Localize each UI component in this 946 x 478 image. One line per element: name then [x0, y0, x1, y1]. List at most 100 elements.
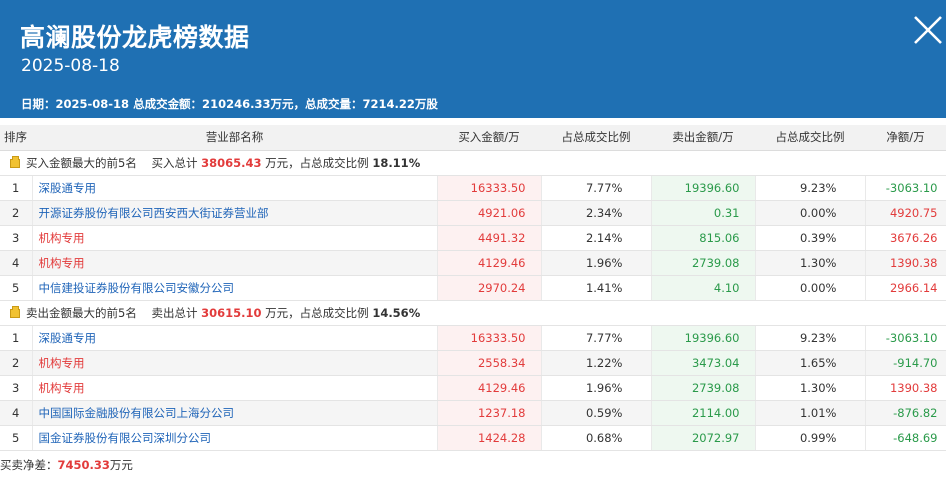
col-rank: 排序: [0, 125, 32, 151]
net-diff-value: 7450.33: [57, 458, 110, 472]
col-buy: 买入金额/万: [437, 125, 541, 151]
sell-amount-cell: 3473.04: [651, 350, 756, 376]
net-amount-cell: -648.69: [865, 425, 946, 451]
col-buy-pct: 占总成交比例: [541, 125, 651, 151]
branch-name-link[interactable]: 中信建投证券股份有限公司安徽分公司: [32, 275, 438, 301]
table-row: 3 机构专用 4129.46 1.96% 2739.08 1.30% 1390.38: [0, 375, 946, 401]
buy-pct-cell: 2.34%: [541, 200, 652, 226]
sell-pct-cell: 9.23%: [755, 325, 866, 351]
sell-amount-cell: 19396.60: [651, 325, 756, 351]
sell-amount-cell: 2739.08: [651, 375, 756, 401]
buy-amount-cell: 4921.06: [437, 200, 542, 226]
buy-amount-cell: 16333.50: [437, 325, 542, 351]
rank-cell: 5: [0, 275, 33, 301]
rank-cell: 4: [0, 250, 33, 276]
sell-group-header: 卖出金额最大的前5名 卖出总计 30615.10 万元，占总成交比例 14.56…: [0, 300, 946, 326]
folder-icon: [10, 155, 20, 168]
branch-name-link[interactable]: 机构专用: [32, 350, 438, 376]
table-row: 4 机构专用 4129.46 1.96% 2739.08 1.30% 1390.38: [0, 250, 946, 276]
sell-pct-cell: 1.01%: [755, 400, 866, 426]
folder-icon: [10, 305, 20, 318]
buy-amount-cell: 1424.28: [437, 425, 542, 451]
rank-cell: 3: [0, 375, 33, 401]
net-difference: 买卖净差：7450.33万元: [0, 457, 133, 473]
sell-amount-cell: 2739.08: [651, 250, 756, 276]
buy-pct-cell: 1.96%: [541, 250, 652, 276]
sell-pct-cell: 0.39%: [755, 225, 866, 251]
buy-total-mid: 万元，占总成交比例: [261, 155, 373, 170]
net-amount-cell: 1390.38: [865, 250, 946, 276]
branch-name-link[interactable]: 机构专用: [32, 375, 438, 401]
buy-pct-cell: 7.77%: [541, 175, 652, 201]
buy-amount-cell: 16333.50: [437, 175, 542, 201]
table-row: 3 机构专用 4491.32 2.14% 815.06 0.39% 3676.26: [0, 225, 946, 251]
table-row: 5 国金证券股份有限公司深圳分公司 1424.28 0.68% 2072.97 0.99%…: [0, 425, 946, 451]
buy-amount-cell: 2970.24: [437, 275, 542, 301]
table-row: 1 深股通专用 16333.50 7.77% 19396.60 9.23% -3063.10: [0, 175, 946, 201]
sell-group-cell: 卖出金额最大的前5名 卖出总计 30615.10 万元，占总成交比例 14.56…: [0, 300, 946, 326]
col-name: 营业部名称: [32, 125, 437, 151]
sell-group-label: 卖出金额最大的前5名: [26, 305, 152, 320]
sell-amount-cell: 815.06: [651, 225, 756, 251]
buy-amount-cell: 4491.32: [437, 225, 542, 251]
sell-pct-cell: 0.00%: [755, 275, 866, 301]
sell-amount-cell: 4.10: [651, 275, 756, 301]
branch-name-link[interactable]: 中国国际金融股份有限公司上海分公司: [32, 400, 438, 426]
buy-pct-cell: 1.41%: [541, 275, 652, 301]
branch-name-link[interactable]: 机构专用: [32, 250, 438, 276]
table-row: 1 深股通专用 16333.50 7.77% 19396.60 9.23% -3063.10: [0, 325, 946, 351]
sell-total-mid: 万元，占总成交比例: [261, 305, 373, 320]
net-amount-cell: 1390.38: [865, 375, 946, 401]
table-header: 排序 营业部名称 买入金额/万 占总成交比例 卖出金额/万 占总成交比例 净额/…: [0, 125, 946, 151]
sell-total-prefix: 卖出总计: [151, 305, 202, 320]
col-sell: 卖出金额/万: [651, 125, 755, 151]
buy-amount-cell: 4129.46: [437, 250, 542, 276]
table-row: 5 中信建投证券股份有限公司安徽分公司 2970.24 1.41% 4.10 0.00% 2…: [0, 275, 946, 301]
rank-cell: 5: [0, 425, 33, 451]
page-date: 2025-08-18: [21, 56, 120, 76]
sell-pct-cell: 0.00%: [755, 200, 866, 226]
branch-name-link[interactable]: 开源证券股份有限公司西安西大街证券营业部: [32, 200, 438, 226]
sell-pct-cell: 9.23%: [755, 175, 866, 201]
net-amount-cell: -876.82: [865, 400, 946, 426]
sell-amount-cell: 2072.97: [651, 425, 756, 451]
buy-group-header: 买入金额最大的前5名 买入总计 38065.43 万元，占总成交比例 18.11…: [0, 150, 946, 176]
buy-pct-cell: 7.77%: [541, 325, 652, 351]
net-amount-cell: 4920.75: [865, 200, 946, 226]
branch-name-link[interactable]: 机构专用: [32, 225, 438, 251]
buy-group-label: 买入金额最大的前5名: [26, 155, 152, 170]
table-row: 2 机构专用 2558.34 1.22% 3473.04 1.65% -914.70: [0, 350, 946, 376]
net-amount-cell: -914.70: [865, 350, 946, 376]
net-diff-label: 买卖净差：: [0, 458, 58, 472]
sell-amount-cell: 19396.60: [651, 175, 756, 201]
branch-name-link[interactable]: 国金证券股份有限公司深圳分公司: [32, 425, 438, 451]
branch-name-link[interactable]: 深股通专用: [32, 175, 438, 201]
col-sell-pct: 占总成交比例: [755, 125, 865, 151]
net-amount-cell: 3676.26: [865, 225, 946, 251]
close-icon[interactable]: [912, 14, 944, 46]
table-row: 4 中国国际金融股份有限公司上海分公司 1237.18 0.59% 2114.00 1.0…: [0, 400, 946, 426]
lhb-table: 排序 营业部名称 买入金额/万 占总成交比例 卖出金额/万 占总成交比例 净额/…: [0, 125, 946, 451]
buy-amount-cell: 2558.34: [437, 350, 542, 376]
sell-total-pct: 14.56%: [372, 305, 421, 320]
buy-pct-cell: 0.68%: [541, 425, 652, 451]
header: 高澜股份龙虎榜数据 2025-08-18 日期：2025-08-18 总成交金额…: [0, 0, 946, 118]
sell-pct-cell: 1.65%: [755, 350, 866, 376]
trade-summary: 日期：2025-08-18 总成交金额：210246.33万元，总成交量：721…: [21, 97, 438, 111]
table-row: 2 开源证券股份有限公司西安西大街证券营业部 4921.06 2.34% 0.31 0.0…: [0, 200, 946, 226]
buy-total-prefix: 买入总计: [151, 155, 202, 170]
sell-pct-cell: 1.30%: [755, 375, 866, 401]
net-amount-cell: 2966.14: [865, 275, 946, 301]
net-diff-unit: 万元: [109, 458, 133, 472]
page-title: 高澜股份龙虎榜数据: [20, 23, 250, 52]
branch-name-link[interactable]: 深股通专用: [32, 325, 438, 351]
rank-cell: 2: [0, 350, 33, 376]
buy-amount-cell: 1237.18: [437, 400, 542, 426]
net-amount-cell: -3063.10: [865, 325, 946, 351]
col-net: 净额/万: [865, 125, 946, 151]
sell-total-value: 30615.10: [201, 305, 262, 320]
buy-group-cell: 买入金额最大的前5名 买入总计 38065.43 万元，占总成交比例 18.11…: [0, 150, 946, 176]
buy-total-pct: 18.11%: [372, 155, 421, 170]
buy-total-value: 38065.43: [201, 155, 262, 170]
rank-cell: 1: [0, 325, 33, 351]
